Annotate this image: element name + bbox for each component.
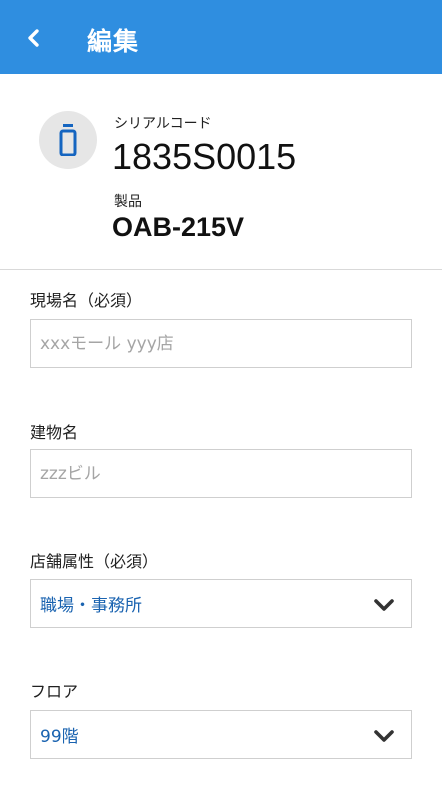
chevron-down-icon [373,725,395,747]
serial-code-label: シリアルコード [114,116,212,132]
store-attribute-value: 職場・事務所 [40,596,142,616]
site-name-input[interactable] [40,320,411,367]
site-name-label: 現場名（必須） [30,291,143,310]
building-name-label: 建物名 [30,423,79,442]
floor-label: フロア [30,682,79,701]
page-title: 編集 [87,27,140,56]
floor-select[interactable]: 99階 [30,710,412,759]
device-icon [59,124,77,156]
building-name-field[interactable] [30,449,412,498]
product-label: 製品 [114,194,142,210]
site-name-field[interactable] [30,319,412,368]
floor-value: 99階 [40,727,79,747]
chevron-down-icon [373,594,395,616]
store-attribute-label: 店舗属性（必須） [30,552,159,571]
device-avatar [39,111,97,169]
divider [0,269,442,270]
app-bar: 編集 [0,0,442,74]
serial-code-value: 1835S0015 [112,136,297,177]
building-name-input[interactable] [40,450,411,497]
store-attribute-select[interactable]: 職場・事務所 [30,579,412,628]
back-button[interactable] [18,22,50,54]
product-value: OAB-215V [112,212,245,242]
chevron-left-icon [28,29,39,47]
